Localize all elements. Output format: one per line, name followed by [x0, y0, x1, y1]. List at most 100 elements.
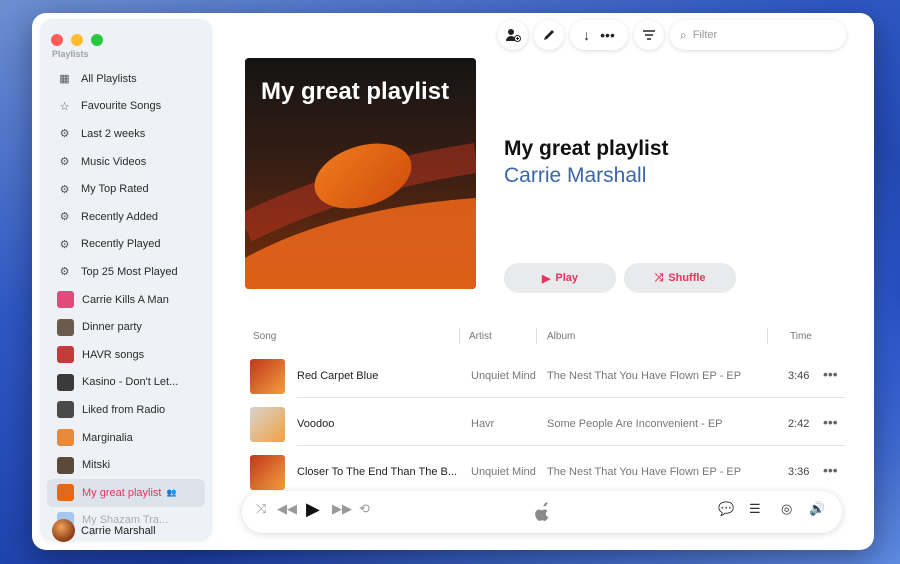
- table-row[interactable]: Red Carpet Blue Unquiet Mind The Nest Th…: [245, 349, 845, 398]
- playlist-thumbnail: [57, 318, 74, 336]
- user-account[interactable]: Carrie Marshall: [52, 519, 156, 542]
- playlist-thumbnail: [57, 456, 74, 474]
- sidebar-item-label: Dinner party: [82, 321, 142, 334]
- sort-button[interactable]: [634, 20, 664, 50]
- add-person-button[interactable]: [498, 20, 528, 50]
- more-icon[interactable]: •••: [823, 462, 838, 478]
- lyrics-icon[interactable]: 💬: [718, 501, 734, 517]
- filter-input[interactable]: ⌕ Filter: [670, 20, 846, 50]
- sidebar-item-playlist[interactable]: ⚙ Last 2 weeks: [47, 120, 205, 148]
- volume-icon[interactable]: 🔊: [809, 501, 825, 517]
- more-icon[interactable]: •••: [600, 27, 615, 43]
- gear-icon: ⚙: [59, 156, 70, 169]
- column-divider[interactable]: [536, 328, 537, 344]
- song-album[interactable]: Some People Are Inconvenient - EP: [547, 418, 723, 430]
- window-controls: [51, 34, 103, 46]
- gear-icon: ⚙: [59, 211, 70, 224]
- gear-icon: ⚙: [59, 128, 70, 141]
- user-name: Carrie Marshall: [81, 524, 156, 537]
- song-title: Voodoo: [297, 418, 335, 430]
- zoom-button[interactable]: [91, 34, 103, 46]
- playlist-owner-link[interactable]: Carrie Marshall: [504, 164, 646, 188]
- sidebar-item-label: My Top Rated: [81, 183, 149, 196]
- playlist-list: ▦ All Playlists ☆ Favourite Songs ⚙ Last 2 we…: [47, 65, 205, 534]
- sidebar-heading: Playlists: [52, 49, 89, 59]
- gear-icon: ⚙: [59, 238, 70, 251]
- more-icon[interactable]: •••: [823, 366, 838, 382]
- sidebar-item-playlist[interactable]: ⚙ My Top Rated: [47, 175, 205, 203]
- shared-icon: 👥: [166, 488, 177, 498]
- table-row[interactable]: Voodoo Havr Some People Are Inconvenient…: [245, 397, 845, 446]
- column-divider[interactable]: [767, 328, 768, 344]
- sidebar-item-label: Favourite Songs: [81, 100, 162, 113]
- sidebar-item-playlist[interactable]: Liked from Radio: [47, 396, 205, 424]
- song-time: 2:42: [788, 418, 810, 430]
- col-header-artist[interactable]: Artist: [469, 331, 492, 342]
- sidebar-item-playlist[interactable]: ▦ All Playlists: [47, 65, 205, 93]
- sidebar-item-playlist[interactable]: ⚙ Recently Added: [47, 203, 205, 231]
- sidebar-item-playlist[interactable]: Dinner party: [47, 313, 205, 341]
- playlist-artwork: My great playlist: [245, 58, 476, 289]
- song-artist[interactable]: Havr: [471, 418, 494, 430]
- sidebar-item-playlist[interactable]: Kasino - Don't Let...: [47, 369, 205, 397]
- table-row[interactable]: Closer To The End Than The B... Unquiet …: [245, 445, 845, 493]
- shuffle-label: Shuffle: [668, 272, 706, 284]
- song-artist[interactable]: Unquiet Mind: [471, 466, 536, 478]
- song-artwork: [250, 407, 285, 442]
- gear-icon: ⚙: [59, 183, 70, 196]
- sidebar-item-label: Top 25 Most Played: [81, 265, 178, 278]
- play-button[interactable]: ▶ Play: [504, 263, 616, 293]
- song-album[interactable]: The Nest That You Have Flown EP - EP: [547, 466, 741, 478]
- minimize-button[interactable]: [71, 34, 83, 46]
- col-header-time[interactable]: Time: [790, 331, 812, 342]
- download-more-group: ↓ •••: [570, 20, 628, 50]
- song-title: Closer To The End Than The B...: [297, 466, 458, 478]
- song-artist[interactable]: Unquiet Mind: [471, 370, 536, 382]
- queue-list-icon[interactable]: ☰: [749, 501, 761, 517]
- shuffle-icon[interactable]: ⤨: [256, 501, 266, 517]
- playlist-thumbnail: [57, 373, 74, 391]
- song-title: Red Carpet Blue: [297, 370, 379, 382]
- sidebar-item-label: Last 2 weeks: [81, 127, 146, 140]
- search-icon: ⌕: [680, 27, 687, 42]
- sidebar-item-playlist[interactable]: Marginalia: [47, 424, 205, 452]
- star-icon: ☆: [59, 100, 70, 113]
- sidebar-item-label: Carrie Kills A Man: [82, 293, 169, 306]
- song-time: 3:46: [788, 370, 810, 382]
- col-header-album[interactable]: Album: [547, 331, 575, 342]
- sidebar-item-playlist[interactable]: My great playlist 👥: [47, 478, 205, 507]
- grid-icon: ▦: [59, 73, 70, 86]
- sidebar-item-label: HAVR songs: [82, 348, 145, 361]
- sidebar-item-label: Kasino - Don't Let...: [82, 376, 179, 389]
- pencil-icon: [544, 30, 554, 40]
- close-button[interactable]: [51, 34, 63, 46]
- column-divider[interactable]: [459, 328, 460, 344]
- repeat-icon[interactable]: ⟲: [359, 501, 370, 517]
- download-icon[interactable]: ↓: [583, 27, 590, 43]
- song-artwork: [250, 455, 285, 490]
- avatar: [52, 519, 75, 542]
- sidebar-item-playlist[interactable]: Carrie Kills A Man: [47, 286, 205, 314]
- song-album[interactable]: The Nest That You Have Flown EP - EP: [547, 370, 741, 382]
- sidebar-item-playlist[interactable]: ⚙ Music Videos: [47, 148, 205, 176]
- more-icon[interactable]: •••: [823, 414, 838, 430]
- fast-forward-icon[interactable]: ▶▶: [332, 501, 352, 517]
- sidebar-item-playlist[interactable]: ⚙ Top 25 Most Played: [47, 258, 205, 286]
- playback-bar: ⤨ ◀◀ ▶ ▶▶ ⟲ 💬 ☰ ◎ 🔊: [242, 491, 842, 533]
- airplay-icon[interactable]: ◎: [781, 501, 792, 517]
- sidebar-item-playlist[interactable]: HAVR songs: [47, 341, 205, 369]
- sort-lines-icon: [643, 30, 655, 40]
- sidebar-item-playlist[interactable]: Mitski: [47, 451, 205, 479]
- shuffle-button[interactable]: ⤨ Shuffle: [624, 263, 736, 293]
- rewind-icon[interactable]: ◀◀: [277, 501, 297, 517]
- playlist-thumbnail: [57, 484, 74, 502]
- sidebar-item-label: All Playlists: [81, 72, 137, 85]
- sidebar-item-label: My great playlist: [82, 486, 162, 499]
- edit-button[interactable]: [534, 20, 564, 50]
- col-header-song[interactable]: Song: [253, 331, 276, 342]
- play-icon[interactable]: ▶: [306, 499, 320, 520]
- toolbar: ↓ ••• ⌕ Filter: [498, 20, 846, 50]
- sidebar-item-playlist[interactable]: ⚙ Recently Played: [47, 231, 205, 259]
- music-app-window: Playlists ▦ All Playlists ☆ Favourite Songs…: [32, 13, 874, 550]
- sidebar-item-playlist[interactable]: ☆ Favourite Songs: [47, 93, 205, 121]
